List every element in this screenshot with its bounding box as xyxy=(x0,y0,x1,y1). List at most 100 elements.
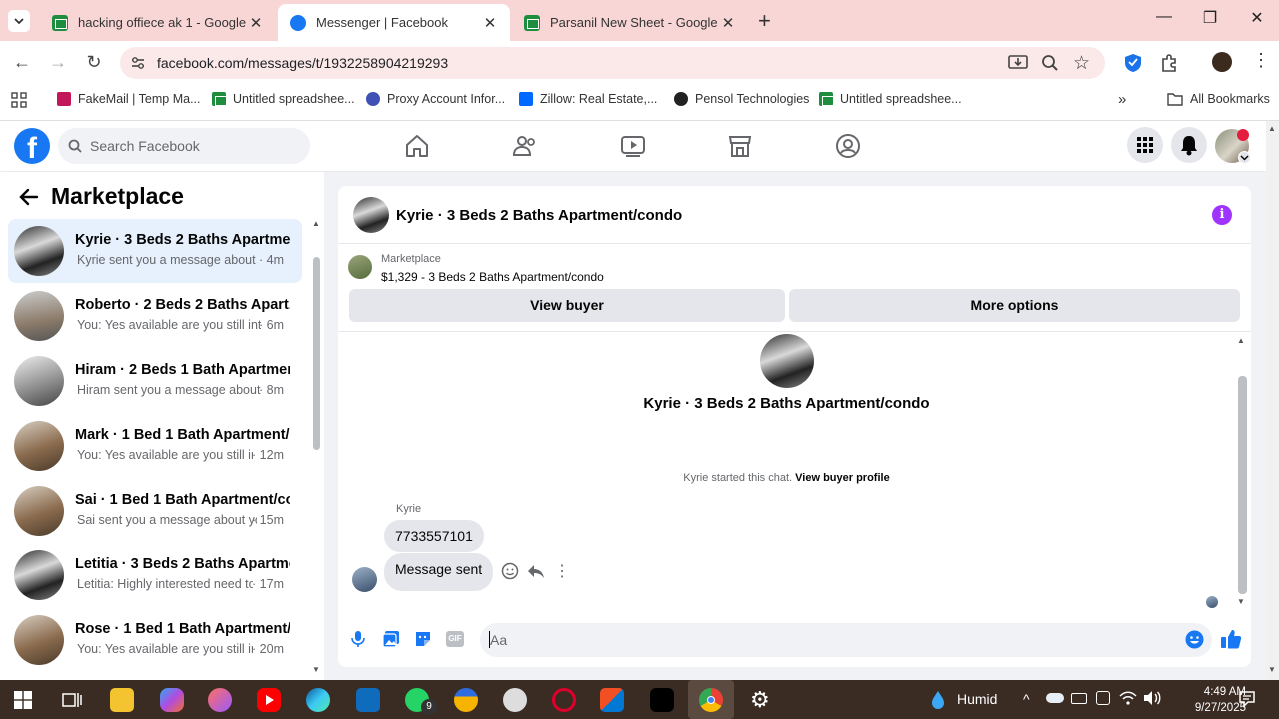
page-scrollbar[interactable] xyxy=(1266,121,1279,680)
conversation-item[interactable]: Roberto · 2 Beds 2 Baths Apart... You: Y… xyxy=(8,284,302,348)
message-more-icon[interactable]: ⋮ xyxy=(554,561,570,581)
chat-profile-avatar[interactable] xyxy=(760,334,814,388)
list-scroll-up-icon[interactable]: ▲ xyxy=(312,219,320,228)
new-tab-icon[interactable]: + xyxy=(758,8,771,34)
message-composer[interactable] xyxy=(480,623,1212,657)
close-tab-icon[interactable]: ✕ xyxy=(248,14,264,32)
rewards-medal-icon[interactable] xyxy=(454,688,478,712)
restore-icon[interactable]: ❐ xyxy=(1190,8,1230,28)
message-bubble[interactable]: Message sent xyxy=(384,553,494,591)
bookmark-untitled-1[interactable]: Untitled spreadshee... xyxy=(212,92,355,106)
video-icon[interactable] xyxy=(620,133,646,159)
tray-chevron-icon[interactable]: ^ xyxy=(1023,691,1030,707)
gaming-icon[interactable] xyxy=(835,133,861,159)
weather-text[interactable]: Humid xyxy=(957,691,997,707)
chat-header-avatar[interactable] xyxy=(353,197,389,233)
message-input[interactable]: Aa xyxy=(490,632,507,648)
facebook-logo-icon[interactable]: f xyxy=(14,128,50,164)
listing-title[interactable]: $1,329 - 3 Beds 2 Baths Apartment/condo xyxy=(381,270,604,284)
youtube-icon[interactable] xyxy=(257,688,281,712)
conversation-item[interactable]: Sai · 1 Bed 1 Bath Apartment/co... Sai s… xyxy=(8,479,302,543)
volume-icon[interactable] xyxy=(1143,690,1161,706)
bookmark-untitled-2[interactable]: Untitled spreadshee... xyxy=(819,92,962,106)
message-bubble[interactable]: 7733557101 xyxy=(384,520,484,552)
opera-icon[interactable] xyxy=(552,688,576,712)
apps-grid-icon[interactable] xyxy=(11,92,27,108)
microphone-icon[interactable] xyxy=(350,630,366,648)
conversation-item[interactable]: Hiram · 2 Beds 1 Bath Apartmen... Hiram … xyxy=(8,349,302,413)
chat-header-name[interactable]: Kyrie · 3 Beds 2 Baths Apartment/condo xyxy=(396,207,682,224)
chat-scrollbar[interactable] xyxy=(1238,376,1247,594)
scroll-down-icon[interactable]: ▼ xyxy=(1268,665,1276,674)
tab-hacking-offiece[interactable]: hacking offiece ak 1 - Google Sh ✕ xyxy=(40,4,276,41)
react-emoji-icon[interactable] xyxy=(501,562,519,580)
scroll-up-icon[interactable]: ▲ xyxy=(1268,124,1276,133)
site-info-icon[interactable] xyxy=(129,54,147,72)
outlook-icon[interactable] xyxy=(356,688,380,712)
home-icon[interactable] xyxy=(404,133,430,159)
battery-icon[interactable] xyxy=(1071,693,1087,704)
settings-app-icon[interactable] xyxy=(503,688,527,712)
menu-button[interactable] xyxy=(1127,127,1163,163)
tiktok-icon[interactable] xyxy=(650,688,674,712)
task-view-icon[interactable] xyxy=(62,690,82,710)
view-buyer-profile-link[interactable]: View buyer profile xyxy=(795,472,890,484)
tab-messenger[interactable]: Messenger | Facebook ✕ xyxy=(278,4,510,41)
back-arrow-icon[interactable] xyxy=(18,186,40,208)
extensions-puzzle-icon[interactable] xyxy=(1159,53,1179,73)
store-icon[interactable] xyxy=(600,688,624,712)
profile-avatar[interactable] xyxy=(1212,52,1232,72)
system-clock[interactable]: 4:49 AM 9/27/2025 xyxy=(1170,684,1246,716)
conversation-item[interactable]: Kyrie · 3 Beds 2 Baths Apartmen... Kyrie… xyxy=(8,219,302,283)
conversation-item[interactable]: Rose · 1 Bed 1 Bath Apartment/c... You: … xyxy=(8,608,302,672)
sticker-icon[interactable] xyxy=(414,630,432,648)
info-icon[interactable]: i xyxy=(1212,205,1232,225)
window-close-icon[interactable]: ✕ xyxy=(1237,8,1277,28)
view-buyer-button[interactable]: View buyer xyxy=(349,289,785,322)
close-tab-icon[interactable]: ✕ xyxy=(482,14,498,32)
file-explorer-icon[interactable] xyxy=(110,688,134,712)
notification-center-icon[interactable] xyxy=(1238,690,1256,708)
chat-scroll-up-icon[interactable]: ▲ xyxy=(1237,336,1245,345)
reply-icon[interactable] xyxy=(527,562,545,580)
all-bookmarks[interactable]: All Bookmarks xyxy=(1167,92,1270,106)
gear-icon[interactable]: ⚙ xyxy=(750,688,770,712)
friends-icon[interactable] xyxy=(512,133,538,159)
bookmark-fakemail[interactable]: FakeMail | Temp Ma... xyxy=(57,92,201,106)
onedrive-icon[interactable] xyxy=(1046,693,1064,703)
close-tab-icon[interactable]: ✕ xyxy=(720,14,736,32)
reload-icon[interactable]: ↻ xyxy=(83,52,105,73)
zoom-icon[interactable] xyxy=(1041,54,1059,72)
chat-scroll-down-icon[interactable]: ▼ xyxy=(1237,597,1245,606)
browser-menu-icon[interactable]: ⋮ xyxy=(1252,50,1270,71)
forward-icon[interactable]: → xyxy=(47,52,69,73)
tab-search-button[interactable] xyxy=(8,10,30,32)
copilot-icon[interactable] xyxy=(160,688,184,712)
listing-thumbnail[interactable] xyxy=(348,255,372,279)
emoji-icon[interactable] xyxy=(1185,630,1204,649)
more-options-button[interactable]: More options xyxy=(789,289,1240,322)
edge-icon[interactable] xyxy=(306,688,330,712)
bookmark-zillow[interactable]: Zillow: Real Estate,... xyxy=(519,92,657,106)
notifications-button[interactable] xyxy=(1171,127,1207,163)
conversation-list-scrollbar[interactable] xyxy=(313,257,320,450)
list-scroll-down-icon[interactable]: ▼ xyxy=(312,665,320,674)
more-bookmarks-icon[interactable]: » xyxy=(1118,91,1126,108)
bookmark-proxy[interactable]: Proxy Account Infor... xyxy=(366,92,505,106)
photo-icon[interactable] xyxy=(382,630,400,648)
install-app-icon[interactable] xyxy=(1008,54,1028,72)
tab-parsanil[interactable]: Parsanil New Sheet - Google Sh ✕ xyxy=(512,4,748,41)
conversation-item[interactable]: Mark · 1 Bed 1 Bath Apartment/... You: Y… xyxy=(8,414,302,478)
extension-shield-icon[interactable] xyxy=(1124,53,1142,73)
minimize-icon[interactable]: — xyxy=(1144,8,1184,26)
search-input[interactable]: Search Facebook xyxy=(90,138,200,154)
account-chevron-icon[interactable] xyxy=(1238,151,1251,164)
marketplace-icon[interactable] xyxy=(727,133,753,159)
like-thumb-icon[interactable] xyxy=(1220,628,1242,650)
back-icon[interactable]: ← xyxy=(11,52,33,73)
app-icon[interactable] xyxy=(208,688,232,712)
gif-icon[interactable]: GIF xyxy=(446,631,464,647)
device-icon[interactable] xyxy=(1096,691,1110,705)
bookmark-star-icon[interactable]: ☆ xyxy=(1073,52,1090,75)
url-text[interactable]: facebook.com/messages/t/1932258904219293 xyxy=(157,55,448,71)
